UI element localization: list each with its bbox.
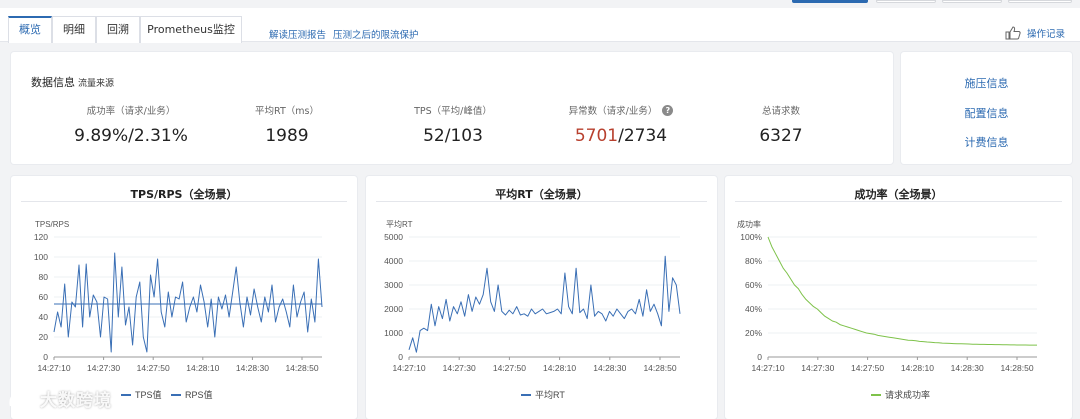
- x-tick-label: 14:27:10: [392, 363, 425, 373]
- x-tick-label: 14:28:10: [901, 363, 934, 373]
- x-tick-label: 14:27:30: [87, 363, 120, 373]
- x-tick-label: 14:27:10: [751, 363, 784, 373]
- x-tick-label: 14:28:30: [236, 363, 269, 373]
- data-info-title: 数据信息 流量来源: [31, 76, 115, 89]
- x-tick-label: 14:28:30: [951, 363, 984, 373]
- x-tick-label: 14:28:50: [1000, 363, 1033, 373]
- x-tick-label: 14:27:30: [443, 363, 476, 373]
- y-tick-label: 20: [39, 332, 49, 342]
- tab-detail[interactable]: 明细: [52, 16, 96, 43]
- traffic-source: 流量来源: [78, 79, 115, 89]
- y-tick-label: 0: [757, 352, 762, 362]
- side-links-card: 施压信息 配置信息 计费信息: [901, 52, 1072, 164]
- thumbs-up-icon: [1005, 26, 1021, 40]
- watermark-logo-icon: [9, 389, 33, 406]
- metric-avg-rt: 平均RT（ms） 1989: [217, 102, 357, 146]
- watermark-text: 大数跨境: [40, 391, 112, 411]
- y-tick-label: 100%: [740, 232, 762, 242]
- metric-label: 总请求数: [761, 106, 800, 117]
- y-tick-label: 5000: [384, 232, 403, 242]
- metric-error-count: 异常数（请求/业务） ? 5701/2734: [551, 102, 691, 146]
- secondary-button-edge[interactable]: [1008, 0, 1072, 3]
- metric-value: 9.89%/2.31%: [74, 126, 188, 146]
- y-tick-label: 0: [398, 352, 403, 362]
- operation-log-link[interactable]: 操作记录: [1005, 26, 1065, 40]
- y-tick-label: 40: [39, 312, 49, 322]
- y-tick-label: 80: [39, 272, 49, 282]
- chart-card-tps: TPS/RPS（全场景） TPS/RPS 0 20 40 60 80 100 120 14:27…: [11, 176, 357, 419]
- series-line-0: [767, 236, 1037, 346]
- metric-label: 成功率（请求/业务）: [86, 106, 176, 117]
- legend-label: RPS值: [185, 389, 213, 400]
- x-tick-label: 14:28:10: [543, 363, 576, 373]
- y-tick-label: 120: [34, 232, 48, 242]
- y-tick-label: 60: [39, 292, 49, 302]
- tab-backtrack[interactable]: 回溯: [96, 16, 140, 43]
- chart-card-rt: 平均RT（全场景） 平均RT 0 1000 2000 3000 4000 5000 14:27…: [366, 176, 717, 419]
- metric-success-rate: 成功率（请求/业务） 9.89%/2.31%: [61, 102, 201, 146]
- primary-button-edge[interactable]: [792, 0, 868, 3]
- interpret-report-link[interactable]: 解读压测报告: [269, 27, 326, 41]
- help-icon[interactable]: ?: [662, 104, 674, 116]
- data-info-card: 数据信息 流量来源 成功率（请求/业务） 9.89%/2.31% 平均RT（ms）…: [11, 52, 893, 164]
- x-tick-label: 14:28:30: [593, 363, 626, 373]
- y-tick-label: 20%: [745, 328, 762, 338]
- metric-value: 1989: [265, 126, 309, 146]
- secondary-button-edge[interactable]: [876, 0, 936, 3]
- y-axis-label: 成功率: [737, 219, 761, 229]
- billing-info-link[interactable]: 计费信息: [901, 134, 1072, 150]
- watermark: 大数跨境: [8, 386, 112, 411]
- tab-prometheus[interactable]: Prometheus监控: [140, 16, 242, 43]
- error-count-business: /2734: [618, 126, 668, 146]
- x-tick-label: 14:27:50: [851, 363, 884, 373]
- secondary-button-edge[interactable]: [942, 0, 1002, 3]
- metric-total-requests: 总请求数 6327: [711, 102, 851, 146]
- y-axis-label: TPS/RPS: [35, 220, 69, 229]
- y-tick-label: 0: [43, 352, 48, 362]
- y-axis-label: 平均RT: [386, 219, 413, 229]
- top-strip: [0, 0, 1080, 8]
- legend-label: 平均RT: [535, 389, 565, 400]
- y-tick-label: 2000: [384, 304, 403, 314]
- tab-overview[interactable]: 概览: [8, 16, 52, 43]
- metric-value: 52/103: [423, 126, 483, 146]
- x-tick-label: 14:28:50: [643, 363, 676, 373]
- operation-log-label: 操作记录: [1027, 29, 1066, 40]
- metric-label: TPS（平均/峰值）: [414, 106, 492, 117]
- x-tick-label: 14:27:50: [493, 363, 526, 373]
- x-tick-label: 14:28:50: [285, 363, 318, 373]
- y-tick-label: 1000: [384, 328, 403, 338]
- tps-chart: TPS/RPS 0 20 40 60 80 100 120 14:27:10 14:27:30 14…: [34, 220, 323, 400]
- y-tick-label: 40%: [745, 304, 762, 314]
- chart-card-success: 成功率（全场景） 成功率 0 20% 40% 60% 80% 100% 14:27:10 14:…: [725, 176, 1072, 419]
- y-tick-label: 4000: [384, 256, 403, 266]
- metric-value: 6327: [759, 126, 803, 146]
- x-tick-label: 14:27:50: [137, 363, 170, 373]
- legend-label: 请求成功率: [885, 389, 930, 400]
- y-tick-label: 100: [34, 252, 48, 262]
- y-tick-label: 3000: [384, 280, 403, 290]
- throttle-protection-link[interactable]: 压测之后的限流保护: [333, 27, 419, 41]
- metric-label: 平均RT（ms）: [255, 106, 319, 117]
- x-tick-label: 14:27:30: [801, 363, 834, 373]
- y-tick-label: 60%: [745, 280, 762, 290]
- pressure-info-link[interactable]: 施压信息: [901, 75, 1072, 91]
- success-rate-chart: 成功率 0 20% 40% 60% 80% 100% 14:27:10 14:27:30 14:2…: [737, 219, 1037, 400]
- tab-bar: 概览 明细 回溯 Prometheus监控 解读压测报告 压测之后的限流保护 操…: [0, 8, 1080, 43]
- series-line-0: [408, 255, 681, 353]
- metric-value: 5701/2734: [551, 126, 691, 146]
- metric-label: 异常数（请求/业务） ?: [551, 102, 691, 118]
- metric-tps: TPS（平均/峰值） 52/103: [383, 102, 523, 146]
- y-tick-label: 80%: [745, 256, 762, 266]
- rt-chart: 平均RT 0 1000 2000 3000 4000 5000 14:27:10 14:27:3…: [384, 219, 681, 400]
- error-count-request: 5701: [574, 126, 619, 146]
- x-tick-label: 14:28:10: [186, 363, 219, 373]
- config-info-link[interactable]: 配置信息: [901, 105, 1072, 121]
- x-tick-label: 14:27:10: [37, 363, 70, 373]
- legend-label: TPS值: [135, 389, 162, 400]
